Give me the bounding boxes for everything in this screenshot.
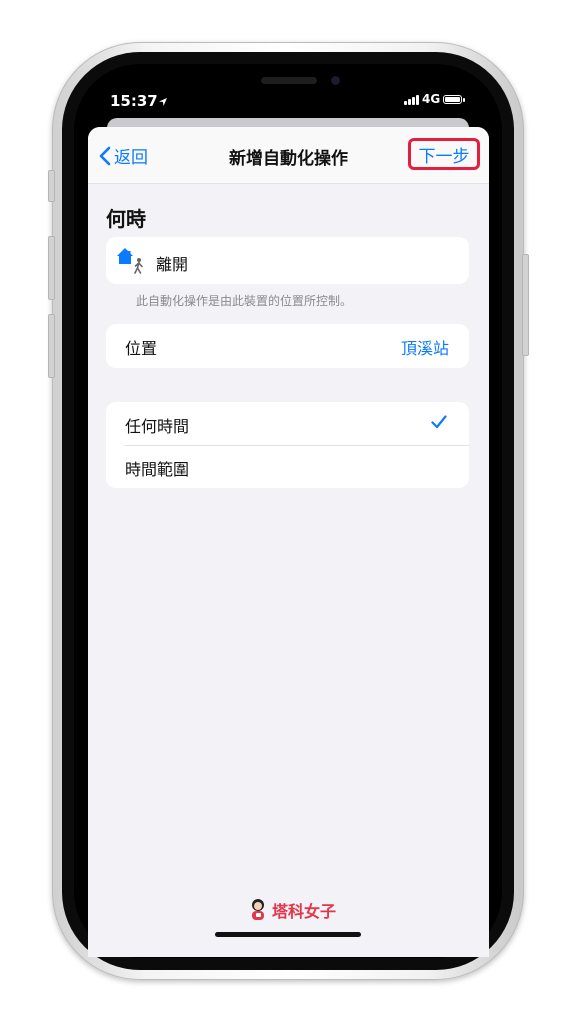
time-options-list: 任何時間 時間範圍	[106, 402, 469, 488]
location-arrow-icon	[159, 98, 167, 106]
location-row[interactable]: 位置 頂溪站	[106, 324, 469, 368]
avatar-logo-icon	[252, 899, 264, 920]
status-time: 15:37	[110, 92, 158, 110]
location-label: 位置	[125, 339, 158, 358]
home-leave-icon	[117, 248, 143, 274]
volume-down-button	[48, 314, 55, 378]
watermark-text: 塔科女子	[272, 902, 337, 921]
watermark: 塔科女子	[248, 898, 336, 922]
time-option-any[interactable]: 任何時間	[106, 402, 469, 445]
next-label: 下一步	[418, 146, 470, 167]
navigation-bar: 返回 新增自動化操作 下一步	[88, 127, 489, 184]
signal-bars-icon	[404, 94, 419, 105]
time-option-label: 任何時間	[125, 417, 190, 436]
checkmark-icon	[431, 415, 447, 429]
location-value: 頂溪站	[400, 339, 449, 358]
battery-icon	[443, 94, 466, 104]
trigger-label: 離開	[156, 255, 189, 274]
trigger-leave-row[interactable]: 離開	[106, 237, 469, 284]
home-indicator[interactable]	[215, 932, 361, 937]
volume-up-button	[48, 236, 55, 300]
time-option-range[interactable]: 時間範圍	[106, 445, 469, 488]
next-button[interactable]: 下一步	[408, 138, 480, 170]
mute-switch	[48, 170, 55, 202]
section-title: 何時	[106, 207, 146, 231]
network-type: 4G	[422, 92, 441, 106]
front-camera	[331, 76, 340, 85]
time-option-label: 時間範圍	[125, 460, 190, 479]
status-indicators: 4G	[404, 92, 466, 106]
automation-sheet: 返回 新增自動化操作 下一步 何時 離開 此自動化操作是由此裝置的位置所控制。 …	[88, 127, 489, 957]
speaker	[261, 77, 317, 84]
power-button	[522, 254, 529, 356]
footnote: 此自動化操作是由此裝置的位置所控制。	[136, 294, 353, 308]
